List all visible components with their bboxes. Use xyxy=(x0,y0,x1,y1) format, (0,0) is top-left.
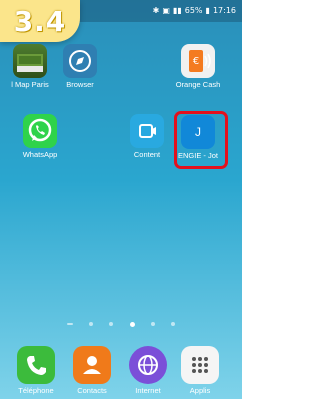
whatsapp-icon xyxy=(23,114,57,148)
signal-icon: ▮▮ xyxy=(172,6,182,15)
page-dot[interactable] xyxy=(150,322,155,326)
app-orange-cash[interactable]: € Orange Cash xyxy=(168,44,228,89)
page-dot-active[interactable] xyxy=(129,321,135,327)
svg-text:€: € xyxy=(193,56,199,67)
status-right: ✱ ▣ ▮▮ 65% ▮ 17:16 xyxy=(153,0,236,22)
app-browser[interactable]: Browser xyxy=(50,44,110,89)
page-dot[interactable] xyxy=(67,323,73,325)
app-whatsapp[interactable]: WhatsApp xyxy=(10,114,70,159)
app-label: WhatsApp xyxy=(22,150,58,159)
contacts-icon xyxy=(73,346,111,384)
app-label: Internet xyxy=(135,386,161,395)
step-badge: 3.4 xyxy=(0,0,80,42)
phone-icon xyxy=(17,346,55,384)
dock-apps[interactable]: Applis xyxy=(170,346,230,395)
map-icon xyxy=(13,44,47,78)
page-dot[interactable] xyxy=(89,322,94,326)
page-indicator xyxy=(67,320,175,328)
app-label: Téléphone xyxy=(18,386,54,395)
battery-percent: 65% xyxy=(184,6,203,15)
clock: 17:16 xyxy=(212,6,236,15)
apps-grid-icon xyxy=(181,346,219,384)
dock-contacts[interactable]: Contacts xyxy=(62,346,122,395)
content-icon xyxy=(130,114,164,148)
highlight-box xyxy=(174,111,228,169)
dock-phone[interactable]: Téléphone xyxy=(6,346,66,395)
step-label: 3.4 xyxy=(13,4,67,38)
page-dot[interactable] xyxy=(109,322,114,326)
nfc-icon: ▣ xyxy=(162,6,170,15)
app-label: Contacts xyxy=(77,386,107,395)
orange-cash-icon: € xyxy=(181,44,215,78)
bluetooth-icon: ✱ xyxy=(152,6,160,15)
battery-icon: ▮ xyxy=(205,6,210,15)
dock-internet[interactable]: Internet xyxy=(118,346,178,395)
app-label: Browser xyxy=(66,80,94,89)
app-label: Applis xyxy=(189,386,211,395)
internet-icon xyxy=(129,346,167,384)
home-screen: ✱ ▣ ▮▮ 65% ▮ 17:16 3.4 l Map Paris Brows… xyxy=(0,0,242,399)
compass-icon xyxy=(63,44,97,78)
app-label: Orange Cash xyxy=(175,80,221,89)
page-dot[interactable] xyxy=(170,322,175,326)
